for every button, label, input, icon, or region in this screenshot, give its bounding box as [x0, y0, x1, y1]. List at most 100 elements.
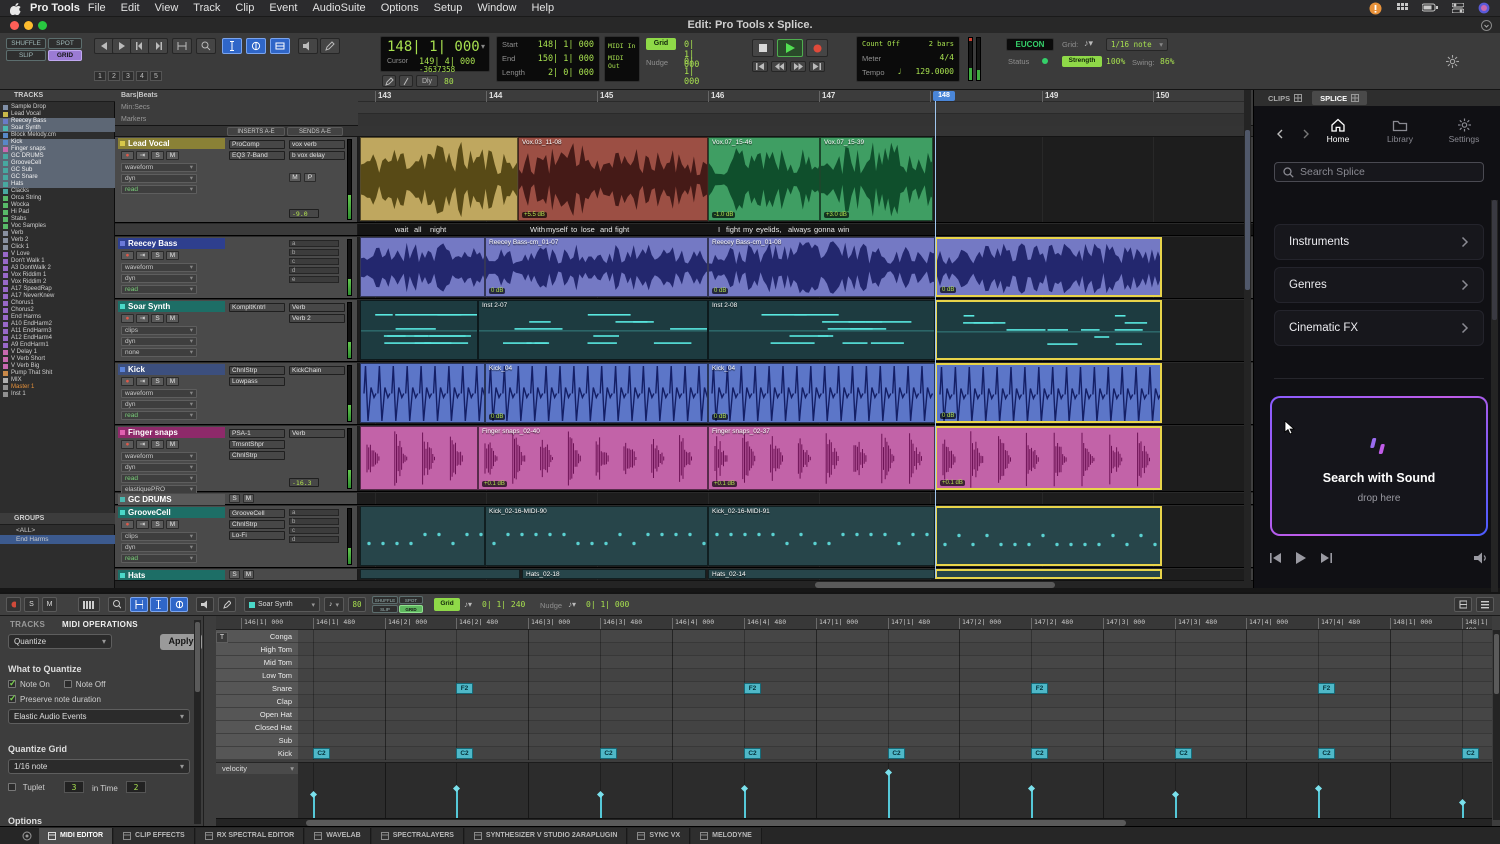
memory-location-4[interactable]: 4	[136, 71, 148, 81]
bar-number-146[interactable]: 146	[708, 91, 724, 102]
sidebar-track-gc-sub[interactable]: GC Sub	[0, 167, 115, 174]
ruler-row-bars[interactable]: Bars|Beats	[121, 92, 158, 99]
fast-forward-button[interactable]	[790, 61, 806, 72]
audio-clip[interactable]: Vox.07_15-46-1.0 dB	[708, 137, 820, 221]
audio-clip[interactable]: Hats_02-14	[708, 569, 935, 579]
track-view-select-read[interactable]: read▾	[121, 474, 197, 483]
insert-lowpass[interactable]: Lowpass	[229, 377, 285, 386]
send-verb-2[interactable]: Verb 2	[289, 314, 345, 323]
groove-grid-select[interactable]: 1/16 note▾	[1106, 38, 1168, 51]
track-view-select-waveform[interactable]: waveform▾	[121, 452, 197, 461]
record-enable-button[interactable]: ●	[121, 440, 134, 449]
track-lane-kick[interactable]: Kick_040 dBKick_040 dB0 dB	[358, 363, 1248, 424]
record-enable-button[interactable]: ●	[121, 251, 134, 260]
send-slot-d[interactable]: d	[289, 267, 339, 274]
sidebar-track-click-1[interactable]: Click 1	[0, 244, 115, 251]
velocity-stem[interactable]	[1031, 788, 1033, 820]
audio-clip[interactable]	[360, 137, 518, 221]
smart-tool-button[interactable]	[270, 38, 290, 54]
track-view-select-clips[interactable]: clips▾	[121, 326, 197, 335]
record-enable-button[interactable]: ●	[121, 151, 134, 160]
drum-lane-conga[interactable]: Conga	[216, 630, 298, 643]
midi-note-c2[interactable]: C2	[888, 748, 905, 759]
insert-trnsntshpr[interactable]: TrnsntShpr	[229, 440, 285, 449]
track-view-select-dyn[interactable]: dyn▾	[121, 463, 197, 472]
strength-button[interactable]: Strength	[1062, 56, 1102, 67]
sidebar-track-groovecell[interactable]: GrooveCell	[0, 160, 115, 167]
midi-grid-note-icon[interactable]: ♪▾	[464, 600, 472, 609]
return-to-zero-button[interactable]	[752, 61, 768, 72]
audio-clip[interactable]: Inst 2-07	[478, 300, 708, 360]
sidebar-track-a9-endharm1[interactable]: A9 EndHarm1	[0, 342, 115, 349]
sidebar-track-a11-endharm3[interactable]: A11 EndHarm3	[0, 328, 115, 335]
slash-icon[interactable]	[399, 75, 413, 87]
menu-options[interactable]: Options	[381, 2, 419, 14]
solo-button[interactable]: S	[151, 377, 164, 386]
lane-row-snare[interactable]	[298, 682, 1492, 695]
track-lane-reecey-bass[interactable]: Reecey Bass-cm_01-070 dBReecey Bass-cm_0…	[358, 237, 1248, 298]
audio-clip[interactable]	[360, 506, 485, 566]
lane-row-open-hat[interactable]	[298, 708, 1492, 721]
midi-track-selector[interactable]: Soar Synth▾	[244, 597, 320, 612]
swing-value[interactable]: 86%	[1160, 57, 1174, 66]
strength-value[interactable]: 100%	[1106, 57, 1125, 66]
splice-scrollbar[interactable]	[1491, 200, 1498, 600]
menu-view[interactable]: View	[155, 2, 179, 14]
midi-note-grid[interactable]: F2F2F2F2C2C2C2C2C2C2C2C2C2	[298, 630, 1492, 760]
solo-button[interactable]: S	[229, 494, 240, 503]
sidebar-track-v-verb-short[interactable]: V Verb Short	[0, 356, 115, 363]
edit-vertical-scrollbar[interactable]	[1244, 90, 1251, 588]
bar-number-147[interactable]: 147	[819, 91, 835, 102]
send-slot-b[interactable]: b	[289, 249, 339, 256]
midi-selector-tool[interactable]	[150, 597, 168, 612]
inserts-column-header[interactable]: INSERTS A-E	[227, 127, 285, 136]
tab-clips[interactable]: CLIPS	[1260, 91, 1310, 105]
track-view-select-dyn[interactable]: dyn▾	[121, 337, 197, 346]
length-value[interactable]: 2| 0| 000	[548, 68, 594, 78]
sidebar-track-gc-drums[interactable]: GC DRUMS	[0, 153, 115, 160]
main-counter[interactable]: 148| 1| 000	[387, 39, 480, 55]
mute-button[interactable]: M	[166, 440, 179, 449]
velocity-stem[interactable]	[456, 788, 458, 820]
mute-button[interactable]: M	[243, 570, 254, 579]
send-mute-button[interactable]: M	[289, 173, 301, 182]
group-all[interactable]: <ALL>	[0, 526, 115, 535]
audio-clip[interactable]: Finger snaps_02-37+0.1 dB	[708, 426, 935, 490]
bottom-tab-synthesizer-v-studio-2araplugin[interactable]: SYNTHESIZER V STUDIO 2ARAPLUGIN	[465, 828, 627, 844]
sidebar-track-gc-snare[interactable]: GC Snare	[0, 174, 115, 181]
midi-note-value-select[interactable]: ♪▾	[324, 597, 344, 612]
sidebar-track-don-t-walk-1[interactable]: Don't Walk 1	[0, 258, 115, 265]
bottom-tab-spectralayers[interactable]: SPECTRALAYERS	[372, 828, 464, 844]
stop-button[interactable]	[752, 39, 774, 57]
send-level-value[interactable]: -16.3	[289, 478, 319, 487]
midi-default-velocity[interactable]: 80	[348, 597, 366, 612]
solo-button[interactable]: S	[151, 314, 164, 323]
record-enable-button[interactable]: ●	[121, 314, 134, 323]
drum-lane-closed-hat[interactable]: Closed Hat	[216, 721, 298, 734]
tab-splice[interactable]: SPLICE	[1312, 91, 1367, 105]
track-view-select-waveform[interactable]: waveform▾	[121, 163, 197, 172]
sidebar-track-hi-pad[interactable]: Hi Pad	[0, 209, 115, 216]
nav-home[interactable]: Home	[1316, 118, 1360, 144]
tuplet-n-field[interactable]: 3	[64, 781, 84, 793]
nav-library[interactable]: Library	[1378, 118, 1422, 144]
track-name-bar[interactable]: Kick	[118, 364, 225, 375]
memory-location-5[interactable]: 5	[150, 71, 162, 81]
track-lane-lead-vocal[interactable]: Vox.03_11-08+5.5 dBVox.07_15-46-1.0 dBVo…	[358, 137, 1248, 222]
audio-clip[interactable]: Inst 2-08	[708, 300, 935, 360]
lane-row-mid-tom[interactable]	[298, 656, 1492, 669]
insert-chnlstrp[interactable]: ChnlStrp	[229, 451, 285, 460]
category-cinematic-fx[interactable]: Cinematic FX	[1274, 310, 1484, 346]
input-monitor-button[interactable]: ⇥	[136, 520, 149, 529]
lane-row-sub[interactable]	[298, 734, 1492, 747]
send-slot-a[interactable]: a	[289, 509, 339, 516]
mute-button[interactable]: M	[166, 377, 179, 386]
send-slot-a[interactable]: a	[289, 240, 339, 247]
menu-audiosuite[interactable]: AudioSuite	[312, 2, 365, 14]
menu-event[interactable]: Event	[269, 2, 297, 14]
velocity-diamond[interactable]	[1172, 791, 1179, 798]
solo-button[interactable]: S	[151, 440, 164, 449]
sidebar-track-chorus2[interactable]: Chorus2	[0, 307, 115, 314]
sidebar-track-a10-endharm2[interactable]: A10 EndHarm2	[0, 321, 115, 328]
midi-grid-button[interactable]: Grid	[434, 598, 460, 611]
